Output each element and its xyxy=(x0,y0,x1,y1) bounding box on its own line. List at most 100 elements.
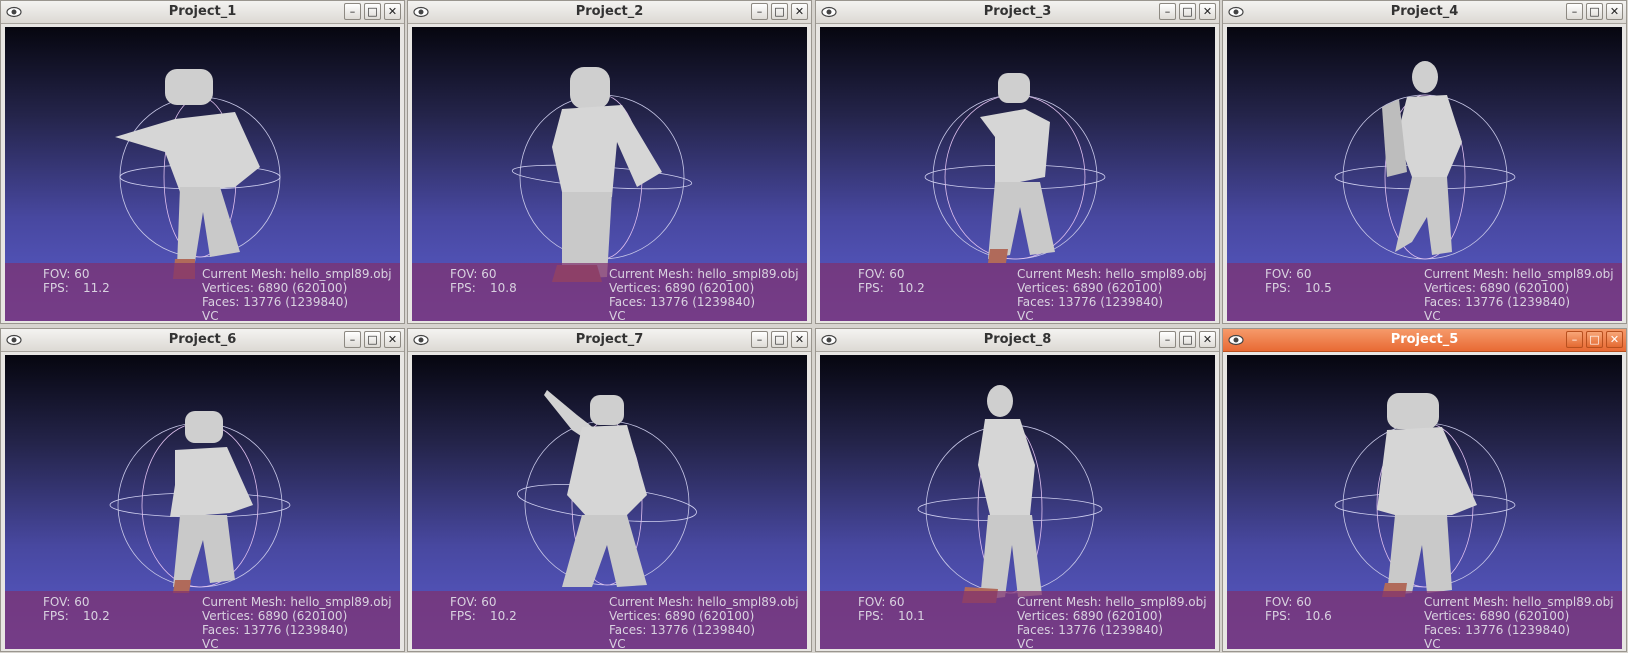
close-button[interactable]: ✕ xyxy=(1606,331,1623,348)
render-mode: VC xyxy=(1424,637,1441,649)
minimize-button[interactable]: – xyxy=(1159,331,1176,348)
3d-viewport[interactable]: FOV: 60 FPS: 10.2 Current Mesh: hello_sm… xyxy=(5,355,400,649)
fov-readout: FOV: 60 xyxy=(43,595,90,609)
render-mode: VC xyxy=(1017,637,1034,649)
fps-label: FPS: xyxy=(858,609,884,623)
maximize-button[interactable]: □ xyxy=(771,331,788,348)
fps-label: FPS: xyxy=(858,281,884,295)
render-mode: VC xyxy=(202,309,219,321)
close-button[interactable]: ✕ xyxy=(1199,3,1216,20)
render-mode: VC xyxy=(609,309,626,321)
face-count: Faces: 13776 (1239840) xyxy=(609,295,756,309)
fps-value: 10.8 xyxy=(490,281,517,295)
3d-viewport[interactable]: FOV: 60 FPS: 10.1 Current Mesh: hello_sm… xyxy=(820,355,1215,649)
vertex-count: Vertices: 6890 (620100) xyxy=(1424,281,1570,295)
maximize-button[interactable]: □ xyxy=(1586,3,1603,20)
close-button[interactable]: ✕ xyxy=(1199,331,1216,348)
window-project-8[interactable]: Project_8 – □ ✕ FOV: 60 FPS: 10.1 Curren… xyxy=(815,328,1220,652)
info-overlay: FOV: 60 FPS: 10.2 Current Mesh: hello_sm… xyxy=(5,591,400,649)
fps-value: 10.1 xyxy=(898,609,925,623)
close-button[interactable]: ✕ xyxy=(791,331,808,348)
close-button[interactable]: ✕ xyxy=(384,331,401,348)
fps-value: 10.2 xyxy=(490,609,517,623)
current-mesh: Current Mesh: hello_smpl89.obj xyxy=(609,595,799,609)
window-project-4[interactable]: Project_4 – □ ✕ FOV: 60 FPS: 10.5 Curren… xyxy=(1222,0,1627,324)
render-mode: VC xyxy=(1017,309,1034,321)
fps-label: FPS: xyxy=(450,281,476,295)
maximize-button[interactable]: □ xyxy=(364,3,381,20)
vertex-count: Vertices: 6890 (620100) xyxy=(1424,609,1570,623)
maximize-button[interactable]: □ xyxy=(364,331,381,348)
face-count: Faces: 13776 (1239840) xyxy=(1017,295,1164,309)
face-count: Faces: 13776 (1239840) xyxy=(1017,623,1164,637)
minimize-button[interactable]: – xyxy=(751,3,768,20)
minimize-button[interactable]: – xyxy=(1566,331,1583,348)
fps-label: FPS: xyxy=(43,281,69,295)
window-project-5[interactable]: Project_5 – □ ✕ FOV: 60 FPS: 10.6 Curren… xyxy=(1222,328,1627,652)
info-overlay: FOV: 60 FPS: 10.1 Current Mesh: hello_sm… xyxy=(820,591,1215,649)
fov-readout: FOV: 60 xyxy=(43,267,90,281)
3d-viewport[interactable]: FOV: 60 FPS: 10.6 Current Mesh: hello_sm… xyxy=(1227,355,1622,649)
window-titlebar[interactable]: Project_1 – □ ✕ xyxy=(1,1,404,24)
maximize-button[interactable]: □ xyxy=(1179,331,1196,348)
current-mesh: Current Mesh: hello_smpl89.obj xyxy=(609,267,799,281)
face-count: Faces: 13776 (1239840) xyxy=(1424,623,1571,637)
fps-label: FPS: xyxy=(1265,281,1291,295)
fps-label: FPS: xyxy=(43,609,69,623)
info-overlay: FOV: 60 FPS: 10.2 Current Mesh: hello_sm… xyxy=(820,263,1215,321)
fov-readout: FOV: 60 xyxy=(858,595,905,609)
face-count: Faces: 13776 (1239840) xyxy=(202,623,349,637)
render-mode: VC xyxy=(609,637,626,649)
info-overlay: FOV: 60 FPS: 10.2 Current Mesh: hello_sm… xyxy=(412,591,807,649)
window-titlebar[interactable]: Project_3 – □ ✕ xyxy=(816,1,1219,24)
window-titlebar[interactable]: Project_8 – □ ✕ xyxy=(816,329,1219,352)
minimize-button[interactable]: – xyxy=(344,331,361,348)
fov-readout: FOV: 60 xyxy=(858,267,905,281)
vertex-count: Vertices: 6890 (620100) xyxy=(202,609,348,623)
current-mesh: Current Mesh: hello_smpl89.obj xyxy=(1424,267,1614,281)
vertex-count: Vertices: 6890 (620100) xyxy=(609,609,755,623)
fps-value: 10.2 xyxy=(898,281,925,295)
fps-label: FPS: xyxy=(450,609,476,623)
3d-viewport[interactable]: FOV: 60 FPS: 10.2 Current Mesh: hello_sm… xyxy=(820,27,1215,321)
3d-viewport[interactable]: FOV: 60 FPS: 11.2 Current Mesh: hello_sm… xyxy=(5,27,400,321)
current-mesh: Current Mesh: hello_smpl89.obj xyxy=(1017,595,1207,609)
3d-viewport[interactable]: FOV: 60 FPS: 10.8 Current Mesh: hello_sm… xyxy=(412,27,807,321)
current-mesh: Current Mesh: hello_smpl89.obj xyxy=(202,267,392,281)
3d-viewport[interactable]: FOV: 60 FPS: 10.5 Current Mesh: hello_sm… xyxy=(1227,27,1622,321)
info-overlay: FOV: 60 FPS: 10.6 Current Mesh: hello_sm… xyxy=(1227,591,1622,649)
window-titlebar[interactable]: Project_6 – □ ✕ xyxy=(1,329,404,352)
window-project-3[interactable]: Project_3 – □ ✕ FOV: 60 FPS: 10.2 Curren… xyxy=(815,0,1220,324)
window-titlebar[interactable]: Project_2 – □ ✕ xyxy=(408,1,811,24)
maximize-button[interactable]: □ xyxy=(1179,3,1196,20)
window-project-6[interactable]: Project_6 – □ ✕ FOV: 60 FPS: 10.2 Curren… xyxy=(0,328,405,652)
fps-value: 10.5 xyxy=(1305,281,1332,295)
minimize-button[interactable]: – xyxy=(1566,3,1583,20)
fov-readout: FOV: 60 xyxy=(450,595,497,609)
current-mesh: Current Mesh: hello_smpl89.obj xyxy=(202,595,392,609)
maximize-button[interactable]: □ xyxy=(1586,331,1603,348)
current-mesh: Current Mesh: hello_smpl89.obj xyxy=(1017,267,1207,281)
3d-viewport[interactable]: FOV: 60 FPS: 10.2 Current Mesh: hello_sm… xyxy=(412,355,807,649)
fov-readout: FOV: 60 xyxy=(1265,267,1312,281)
current-mesh: Current Mesh: hello_smpl89.obj xyxy=(1424,595,1614,609)
close-button[interactable]: ✕ xyxy=(791,3,808,20)
info-overlay: FOV: 60 FPS: 10.5 Current Mesh: hello_sm… xyxy=(1227,263,1622,321)
window-titlebar[interactable]: Project_4 – □ ✕ xyxy=(1223,1,1626,24)
close-button[interactable]: ✕ xyxy=(384,3,401,20)
close-button[interactable]: ✕ xyxy=(1606,3,1623,20)
vertex-count: Vertices: 6890 (620100) xyxy=(609,281,755,295)
minimize-button[interactable]: – xyxy=(751,331,768,348)
fov-readout: FOV: 60 xyxy=(1265,595,1312,609)
minimize-button[interactable]: – xyxy=(344,3,361,20)
window-titlebar[interactable]: Project_7 – □ ✕ xyxy=(408,329,811,352)
face-count: Faces: 13776 (1239840) xyxy=(202,295,349,309)
fov-readout: FOV: 60 xyxy=(450,267,497,281)
window-titlebar[interactable]: Project_5 – □ ✕ xyxy=(1223,329,1626,352)
window-project-1[interactable]: Project_1 – □ ✕ FOV: 60 FPS: 11.2 Curren… xyxy=(0,0,405,324)
maximize-button[interactable]: □ xyxy=(771,3,788,20)
vertex-count: Vertices: 6890 (620100) xyxy=(1017,281,1163,295)
minimize-button[interactable]: – xyxy=(1159,3,1176,20)
window-project-7[interactable]: Project_7 – □ ✕ FOV: 60 FPS: 10.2 Curren… xyxy=(407,328,812,652)
window-project-2[interactable]: Project_2 – □ ✕ FOV: 60 FPS: 10.8 Curren… xyxy=(407,0,812,324)
